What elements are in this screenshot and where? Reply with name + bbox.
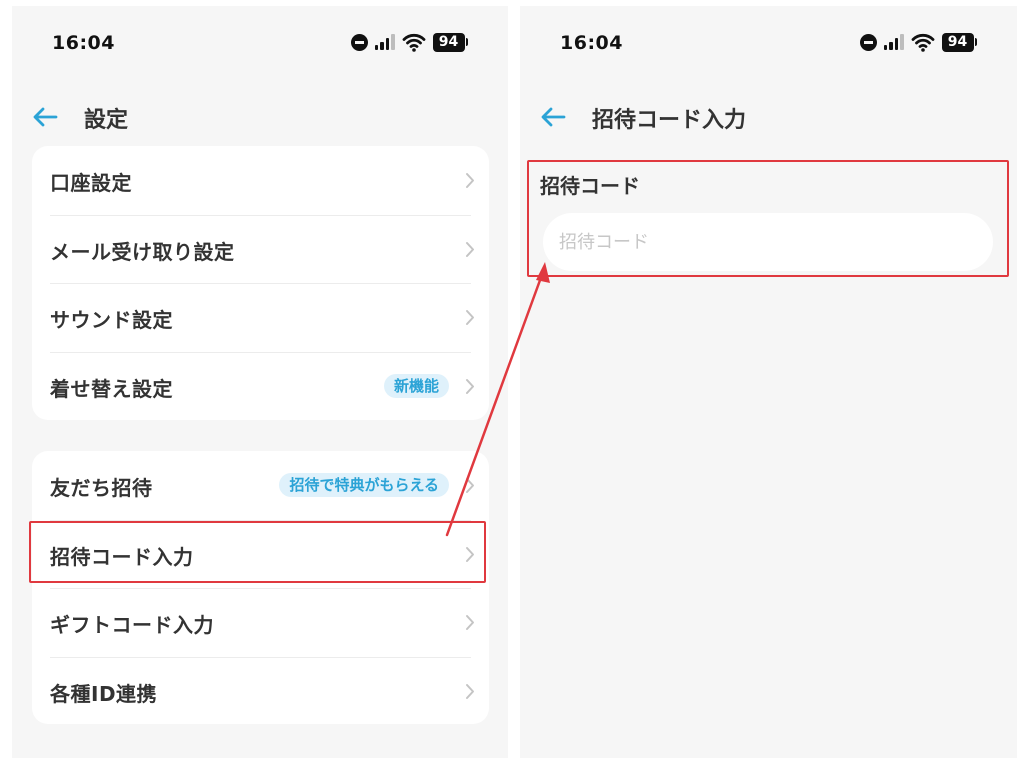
settings-item-label: 口座設定: [50, 171, 132, 195]
new-feature-badge: 新機能: [383, 373, 449, 398]
status-icons: 94: [350, 32, 468, 52]
status-time: 16:04: [560, 32, 623, 54]
chevron-right-icon: [466, 478, 474, 493]
chevron-right-icon: [466, 615, 474, 630]
do-not-disturb-icon: [859, 33, 877, 51]
settings-header: 設定: [12, 94, 508, 140]
invite-bonus-badge: 招待で特典がもらえる: [279, 473, 449, 497]
chevron-right-icon: [466, 683, 474, 699]
status-bar: 16:04 94: [12, 6, 508, 78]
invite-code-header: 招待コード入力: [520, 94, 1017, 140]
back-arrow-icon[interactable]: [32, 106, 58, 128]
annotation-highlight-invite-code-field: [527, 160, 1009, 277]
settings-item-account[interactable]: 口座設定: [32, 146, 489, 215]
page-title: 設定: [84, 108, 129, 133]
settings-item-label: 友だち招待: [50, 476, 153, 500]
battery-level: 94: [432, 32, 465, 52]
chevron-right-icon: [466, 378, 474, 394]
do-not-disturb-icon: [350, 33, 368, 51]
settings-item-label: メール受け取り設定: [50, 239, 235, 264]
settings-item-label: 着せ替え設定: [50, 376, 173, 401]
battery-icon: 94: [941, 32, 977, 52]
settings-item-theme[interactable]: 着せ替え設定 新機能: [32, 351, 489, 421]
battery-icon: 94: [432, 32, 468, 52]
status-bar: 16:04 94: [520, 6, 1017, 78]
chevron-right-icon: [466, 173, 474, 188]
settings-item-label: サウンド設定: [50, 308, 173, 332]
settings-item-gift-code[interactable]: ギフトコード入力: [32, 588, 489, 657]
chevron-right-icon: [466, 310, 474, 325]
chevron-right-icon: [466, 241, 474, 257]
back-arrow-icon[interactable]: [540, 106, 566, 128]
settings-group-account: 口座設定 メール受け取り設定 サウンド設定 着せ替え設定 新機能: [32, 146, 489, 420]
settings-item-sound[interactable]: サウンド設定: [32, 283, 489, 352]
wifi-icon: [402, 33, 425, 52]
battery-level: 94: [941, 32, 974, 52]
settings-item-invite-friends[interactable]: 友だち招待 招待で特典がもらえる: [32, 451, 489, 520]
status-icons: 94: [859, 32, 977, 52]
status-time: 16:04: [52, 32, 115, 54]
settings-group-invite: 友だち招待 招待で特典がもらえる 招待コード入力 ギフトコード入力 各種ID連携: [32, 451, 489, 724]
signal-icon: [883, 34, 904, 50]
settings-item-label: 各種ID連携: [50, 681, 158, 706]
settings-screen: 16:04 94 設定 口座設定 メール受け取り設定 サウンド設定 着せ替え設定…: [12, 6, 508, 758]
page-title: 招待コード入力: [592, 108, 747, 133]
annotation-highlight-invite-code-item: [29, 521, 486, 583]
settings-item-mail[interactable]: メール受け取り設定: [32, 214, 489, 284]
settings-item-id-link[interactable]: 各種ID連携: [32, 656, 489, 725]
signal-icon: [374, 34, 395, 50]
wifi-icon: [911, 33, 934, 52]
invite-code-screen: 16:04 94 招待コード入力 招待コード: [520, 6, 1017, 758]
settings-item-label: ギフトコード入力: [50, 613, 214, 637]
